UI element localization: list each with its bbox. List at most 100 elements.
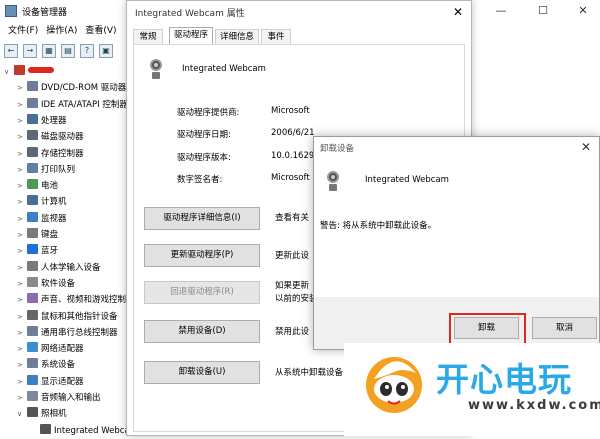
menu-file[interactable]: 文件(F) [8, 22, 38, 40]
tree-item[interactable]: > DVD/CD-ROM 驱动器 [17, 80, 126, 96]
close-icon[interactable]: ✕ [572, 137, 600, 157]
button-description: 如果更新 [275, 281, 310, 291]
maximize-button[interactable]: ☐ [528, 0, 558, 22]
back-icon[interactable]: ← [4, 44, 18, 58]
chevron-right-icon[interactable]: > [17, 276, 27, 292]
tree-item-label: DVD/CD-ROM 驱动器 [41, 83, 127, 94]
driver-details-button[interactable]: 驱动程序详细信息(I) [144, 207, 260, 230]
field-value: Microsoft [271, 106, 310, 116]
button-description: 从系统中卸载设备 [275, 368, 344, 378]
tree-item[interactable]: > 键盘 [17, 227, 58, 243]
tree-item-label: 键盘 [41, 230, 59, 240]
tab-driver[interactable]: 驱动程序 [169, 27, 213, 45]
tree-item[interactable]: > 音频输入和输出 [17, 390, 101, 406]
tree-item[interactable]: > 软件设备 [17, 276, 75, 292]
menu-view[interactable]: 查看(V) [85, 22, 116, 40]
minimize-button[interactable]: — [486, 0, 516, 22]
tree-item[interactable]: > 打印队列 [17, 162, 75, 178]
tab-details[interactable]: 详细信息 [215, 29, 259, 45]
tree-item[interactable]: > 人体学输入设备 [17, 260, 101, 276]
rollback-driver-button[interactable]: 回退驱动程序(R) [144, 281, 260, 304]
chevron-right-icon[interactable]: > [17, 260, 27, 276]
tree-item-label: 显示适配器 [41, 376, 84, 387]
tree-item[interactable]: > 显示适配器 [17, 374, 84, 390]
device-category-icon [27, 358, 38, 369]
tree-item-label: 蓝牙 [41, 246, 59, 257]
close-button[interactable]: ✕ [568, 0, 598, 22]
cancel-button[interactable]: 取消 [532, 317, 597, 339]
tree-item[interactable]: > 声音、视频和游戏控制器 [17, 292, 135, 308]
device-tree: ∨ > DVD/CD-ROM 驱动器 > IDE ATA/ATAPI 控制器 > 处理器 > 磁… [0, 64, 138, 436]
chevron-right-icon[interactable]: > [17, 227, 27, 243]
chevron-right-icon[interactable]: > [17, 194, 27, 210]
device-manager-icon [5, 5, 17, 17]
chevron-right-icon[interactable]: > [17, 97, 27, 113]
chevron-right-icon[interactable]: > [17, 178, 27, 194]
scan-icon[interactable]: ▣ [99, 44, 113, 58]
tab-events[interactable]: 事件 [261, 29, 291, 45]
field-label: 驱动程序提供商: [177, 108, 240, 118]
tree-item-label: 网络适配器 [41, 344, 84, 355]
chevron-right-icon[interactable]: > [17, 357, 27, 373]
device-category-icon [27, 276, 38, 287]
tree-item-label [28, 67, 54, 77]
tree-item[interactable]: > 存储控制器 [17, 146, 84, 162]
tree-item[interactable]: ∨ 照相机 [17, 406, 67, 422]
webcam-icon [148, 59, 164, 81]
chevron-right-icon[interactable]: > [17, 325, 27, 341]
uninstall-device-button[interactable]: 卸载设备(U) [144, 361, 260, 384]
chevron-right-icon[interactable]: > [17, 292, 27, 308]
chevron-right-icon[interactable]: > [17, 80, 27, 96]
tree-root[interactable]: ∨ [4, 64, 54, 80]
tree-item[interactable]: > 鼠标和其他指针设备 [17, 309, 118, 325]
update-driver-button[interactable]: 更新驱动程序(P) [144, 244, 260, 267]
chevron-right-icon[interactable]: > [17, 243, 27, 259]
disable-device-button[interactable]: 禁用设备(D) [144, 320, 260, 343]
dialog-title: Integrated Webcam 属性 [135, 9, 245, 19]
tree-item[interactable]: > 电池 [17, 178, 58, 194]
tree-item[interactable]: > 系统设备 [17, 357, 75, 373]
tree-item-label: 人体学输入设备 [41, 262, 101, 273]
device-category-icon [27, 325, 38, 336]
device-category-icon [27, 130, 38, 141]
tree-item[interactable]: > 蓝牙 [17, 243, 58, 259]
tree-item-label: 磁盘驱动器 [41, 132, 84, 143]
chevron-right-icon[interactable]: > [17, 113, 27, 129]
toolbar: ← → ▦ ▤? ▣ [0, 40, 130, 62]
chevron-right-icon[interactable]: > [17, 146, 27, 162]
tree-item[interactable]: > 通用串行总线控制器 [17, 325, 118, 341]
tree-item[interactable]: > 监视器 [17, 211, 67, 227]
forward-icon[interactable]: → [23, 44, 37, 58]
tab-general[interactable]: 常规 [133, 29, 163, 45]
tree-item[interactable]: Integrated Webcam [30, 423, 138, 439]
tree-item[interactable]: > IDE ATA/ATAPI 控制器 [17, 97, 128, 113]
tree-item[interactable]: > 计算机 [17, 194, 67, 210]
menu-action[interactable]: 操作(A) [46, 22, 77, 40]
device-category-icon [27, 162, 38, 173]
properties-icon[interactable]: ▦ [42, 44, 56, 58]
chevron-right-icon[interactable]: > [17, 129, 27, 145]
field-value: Microsoft [271, 173, 310, 183]
chevron-right-icon[interactable]: > [17, 390, 27, 406]
chevron-right-icon[interactable]: > [17, 341, 27, 357]
close-icon[interactable]: ✕ [445, 1, 471, 23]
warning-text: 警告: 将从系统中卸载此设备。 [320, 221, 437, 231]
field-value: 10.0.1629 [271, 151, 315, 161]
tree-item[interactable]: > 处理器 [17, 113, 67, 129]
chevron-down-icon[interactable]: ∨ [17, 406, 27, 422]
tree-item[interactable]: > 网络适配器 [17, 341, 84, 357]
redacted-name [28, 67, 54, 73]
chevron-right-icon[interactable]: > [17, 211, 27, 227]
tree-item-label: IDE ATA/ATAPI 控制器 [41, 99, 128, 110]
chevron-down-icon[interactable]: ∨ [4, 64, 14, 80]
tree-item-label: 通用串行总线控制器 [41, 327, 118, 338]
chevron-right-icon[interactable]: > [17, 162, 27, 178]
device-category-icon [27, 195, 38, 206]
tree-item[interactable]: > 磁盘驱动器 [17, 129, 84, 145]
device-category-icon [27, 309, 38, 320]
chevron-right-icon[interactable]: > [17, 309, 27, 325]
help-icon[interactable]: ? [80, 44, 94, 58]
tree-item-label: 音频输入和输出 [41, 393, 101, 403]
chevron-right-icon[interactable]: > [17, 374, 27, 390]
list-icon[interactable]: ▤ [61, 44, 75, 58]
